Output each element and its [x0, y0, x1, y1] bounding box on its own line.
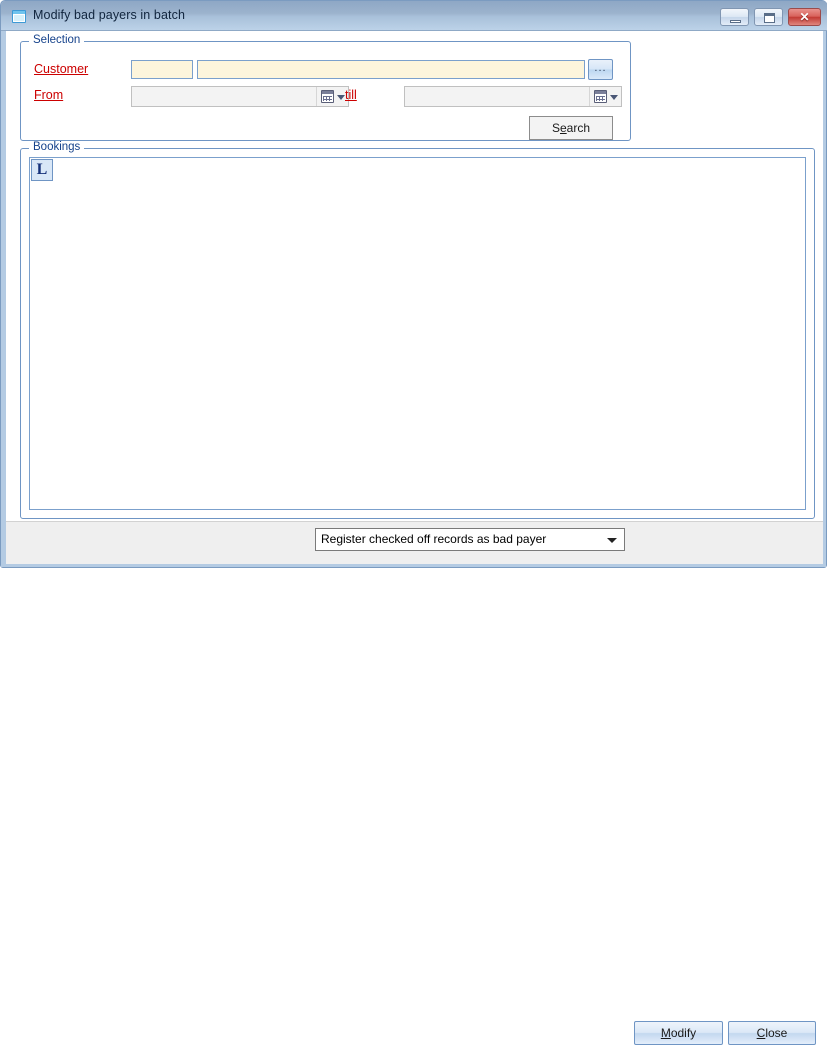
- bookings-grid[interactable]: L: [29, 157, 806, 510]
- customer-browse-button[interactable]: ...: [588, 59, 613, 80]
- till-date-picker[interactable]: [404, 86, 622, 107]
- bottom-action-bar: Register checked off records as bad paye…: [6, 521, 823, 1045]
- maximize-icon: [764, 13, 775, 23]
- close-button-accel: C: [756, 1026, 766, 1040]
- from-date-input[interactable]: [132, 87, 317, 106]
- window-title: Modify bad payers in batch: [33, 8, 185, 22]
- search-button-accel: e: [559, 121, 567, 135]
- selection-group-caption: Selection: [29, 34, 85, 46]
- close-button[interactable]: Close: [728, 1021, 816, 1045]
- modify-button[interactable]: Modify: [634, 1021, 723, 1045]
- from-label[interactable]: From: [34, 88, 63, 102]
- title-bar[interactable]: Modify bad payers in batch ✕: [1, 1, 827, 31]
- chevron-down-icon: [337, 95, 345, 100]
- close-window-button[interactable]: ✕: [788, 8, 821, 26]
- search-button[interactable]: Search: [529, 116, 613, 140]
- chevron-down-icon: [610, 95, 618, 100]
- client-area: Selection Customer ... From till Search …: [6, 31, 823, 1045]
- modify-button-accel: M: [660, 1026, 671, 1040]
- minimize-button[interactable]: [720, 8, 749, 26]
- selection-group: Selection Customer ... From till Search: [20, 34, 631, 141]
- maximize-button[interactable]: [754, 8, 783, 26]
- close-icon: ✕: [799, 10, 810, 24]
- minimize-icon: [730, 20, 741, 23]
- customer-code-input[interactable]: [131, 60, 193, 79]
- search-button-suffix: arch: [566, 121, 591, 135]
- window-icon: [12, 10, 26, 23]
- action-select-value: Register checked off records as bad paye…: [321, 532, 547, 546]
- till-label[interactable]: till: [345, 88, 357, 102]
- till-date-dropdown-button[interactable]: [590, 87, 621, 106]
- from-date-picker[interactable]: [131, 86, 349, 107]
- calendar-icon: [594, 90, 607, 103]
- close-button-suffix: lose: [765, 1026, 788, 1040]
- search-button-prefix: S: [551, 121, 560, 135]
- modify-button-suffix: odify: [670, 1026, 697, 1040]
- grid-layout-button[interactable]: L: [31, 159, 53, 181]
- calendar-icon: [321, 90, 334, 103]
- bookings-group: Bookings L: [20, 141, 815, 519]
- action-select[interactable]: Register checked off records as bad paye…: [315, 528, 625, 551]
- chevron-down-icon: [607, 538, 617, 543]
- customer-name-input[interactable]: [197, 60, 585, 79]
- customer-label[interactable]: Customer: [34, 62, 88, 76]
- bookings-group-caption: Bookings: [29, 141, 85, 153]
- application-window: Modify bad payers in batch ✕ Selection C…: [0, 0, 827, 1045]
- till-date-input[interactable]: [405, 87, 590, 106]
- from-date-dropdown-button[interactable]: [317, 87, 348, 106]
